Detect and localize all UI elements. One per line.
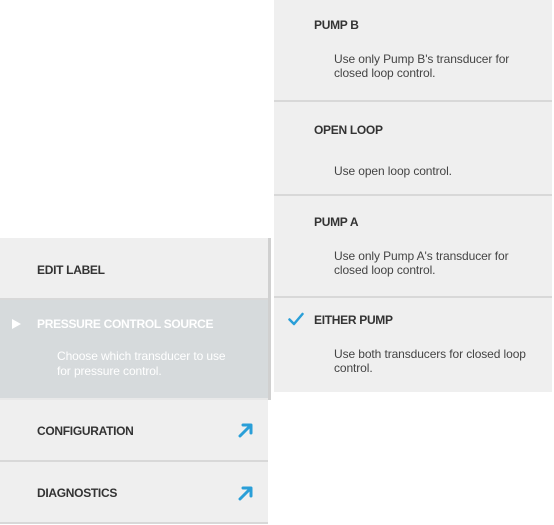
menu-item-pressure-control-source[interactable]: PRESSURE CONTROL SOURCE Choose which tra…: [0, 300, 268, 400]
option-description: Use only Pump A's transducer for closed …: [334, 249, 509, 277]
checkmark-icon: [288, 312, 304, 326]
menu-item-label: CONFIGURATION: [37, 424, 134, 438]
option-label: OPEN LOOP: [314, 123, 383, 137]
launch-icon: [238, 486, 253, 501]
menu-item-diagnostics[interactable]: DIAGNOSTICS: [0, 462, 268, 524]
menu-item-label: EDIT LABEL: [37, 263, 105, 277]
option-description: Use both transducers for closed loop con…: [334, 347, 526, 375]
menu-item-configuration[interactable]: CONFIGURATION: [0, 400, 268, 462]
menu-item-description: Choose which transducer to use for press…: [57, 349, 226, 378]
option-pump-b[interactable]: PUMP B Use only Pump B's transducer for …: [274, 0, 552, 102]
option-pump-a[interactable]: PUMP A Use only Pump A's transducer for …: [274, 196, 552, 298]
menu-item-label: DIAGNOSTICS: [37, 486, 118, 500]
option-description: Use open loop control.: [334, 164, 452, 178]
play-arrow-icon: [12, 319, 21, 329]
menu-item-label: PRESSURE CONTROL SOURCE: [37, 317, 214, 331]
pressure-source-options-panel: PUMP B Use only Pump B's transducer for …: [274, 0, 554, 392]
option-label: PUMP A: [314, 215, 359, 229]
option-label: PUMP B: [314, 18, 359, 32]
option-open-loop[interactable]: OPEN LOOP Use open loop control.: [274, 102, 552, 196]
menu-item-edit-label[interactable]: EDIT LABEL: [0, 238, 268, 300]
settings-menu: EDIT LABEL PRESSURE CONTROL SOURCE Choos…: [0, 238, 271, 525]
launch-icon: [238, 423, 253, 438]
option-label: EITHER PUMP: [314, 313, 393, 327]
option-description: Use only Pump B's transducer for closed …: [334, 52, 510, 80]
option-either-pump[interactable]: EITHER PUMP Use both transducers for clo…: [274, 298, 552, 392]
menu-divider: [268, 238, 271, 400]
